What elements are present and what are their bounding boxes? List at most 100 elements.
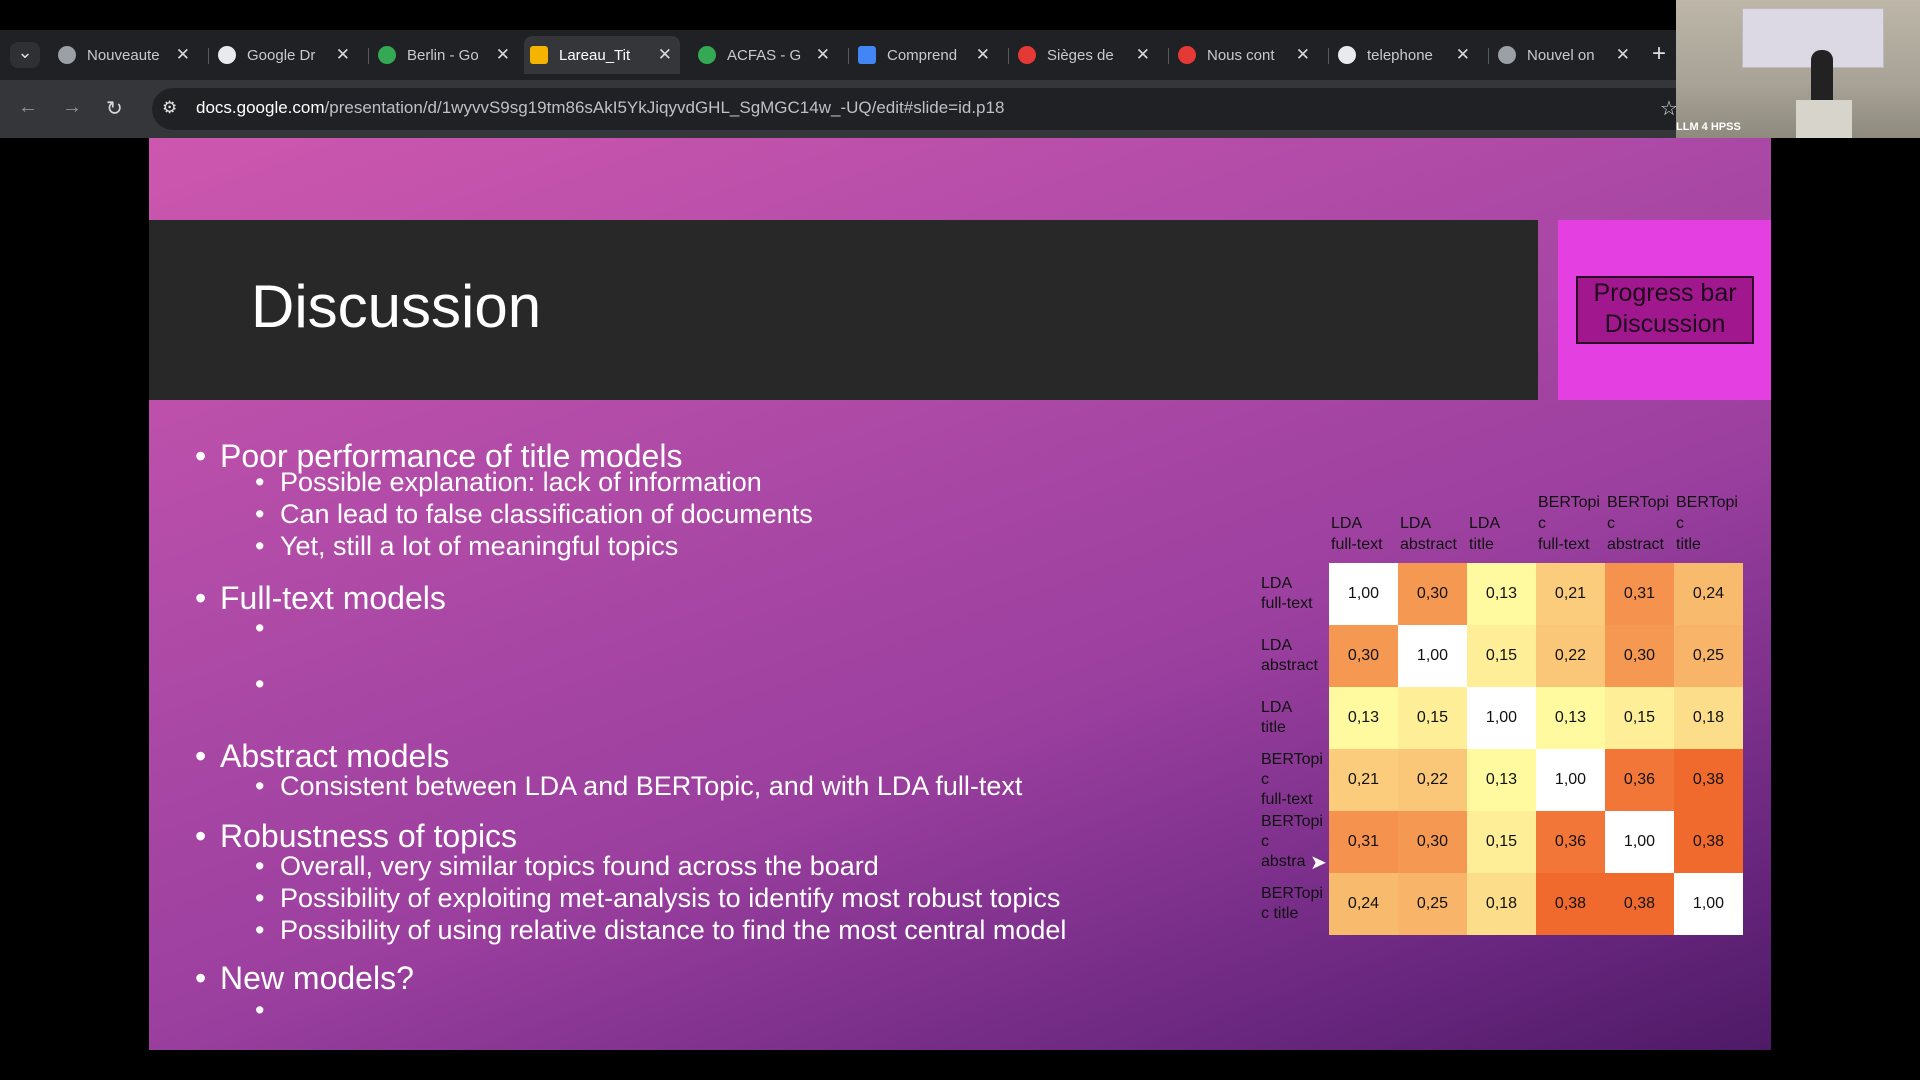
heatmap-cell: 0,30 bbox=[1605, 625, 1674, 687]
tab-7[interactable]: Nous cont ✕ bbox=[1178, 36, 1318, 74]
new-tab-button[interactable]: + bbox=[1652, 40, 1666, 68]
tab-separator bbox=[208, 48, 209, 64]
tab-close-icon[interactable]: ✕ bbox=[658, 45, 672, 65]
heatmap-cell: 0,13 bbox=[1329, 687, 1398, 749]
heatmap-row-label: LDA full-text bbox=[1261, 575, 1313, 612]
heatmap-column-label: BERTopi c abstract bbox=[1607, 494, 1669, 553]
heatmap-cell: 0,24 bbox=[1329, 873, 1398, 935]
tab-title: Comprend bbox=[887, 46, 958, 64]
heatmap-cell: 0,13 bbox=[1467, 749, 1536, 811]
heatmap-cell: 1,00 bbox=[1674, 873, 1743, 935]
url-text: docs.google.com/presentation/d/1wyvvS9sg… bbox=[196, 98, 1004, 118]
tab-title: Sièges de bbox=[1047, 46, 1114, 64]
heatmap-cell: 0,36 bbox=[1536, 811, 1605, 873]
bullet-heading: Abstract models bbox=[195, 738, 449, 775]
tab-close-icon[interactable]: ✕ bbox=[1296, 45, 1310, 65]
heatmap-cell: 0,22 bbox=[1536, 625, 1605, 687]
chrome-icon bbox=[58, 46, 76, 64]
tab-6[interactable]: Sièges de ✕ bbox=[1018, 36, 1158, 74]
drive-icon bbox=[698, 46, 716, 64]
red-arrow-icon bbox=[1178, 46, 1196, 64]
heatmap-column-label: LDA title bbox=[1469, 515, 1501, 553]
heatmap-cell: 0,15 bbox=[1398, 687, 1467, 749]
heatmap-row-label: BERTopi c full-text bbox=[1261, 751, 1323, 808]
heatmap-cell: 0,38 bbox=[1674, 811, 1743, 873]
heatmap-cell: 0,18 bbox=[1467, 873, 1536, 935]
site-info-icon[interactable]: ⚙ bbox=[162, 98, 177, 118]
bullet-item: Possible explanation: lack of informatio… bbox=[255, 469, 762, 496]
tab-title: telephone bbox=[1367, 46, 1433, 64]
tab-close-icon[interactable]: ✕ bbox=[816, 45, 830, 65]
back-button[interactable]: ← bbox=[18, 96, 38, 119]
heatmap-cell: 0,22 bbox=[1398, 749, 1467, 811]
slide-title: Discussion bbox=[251, 273, 542, 340]
docs-icon bbox=[858, 46, 876, 64]
tab-4[interactable]: ACFAS - G ✕ bbox=[698, 36, 838, 74]
heatmap-cell: 0,31 bbox=[1329, 811, 1398, 873]
tab-close-icon[interactable]: ✕ bbox=[1136, 45, 1150, 65]
tab-title: Lareau_Tit bbox=[559, 46, 631, 64]
heatmap-cell: 0,15 bbox=[1467, 811, 1536, 873]
tab-title: ACFAS - G bbox=[727, 46, 802, 64]
tab-5[interactable]: Comprend ✕ bbox=[858, 36, 998, 74]
tab-close-icon[interactable]: ✕ bbox=[496, 45, 510, 65]
heatmap-cell: 0,31 bbox=[1605, 563, 1674, 625]
heatmap-column-label: LDA full-text bbox=[1331, 515, 1383, 553]
heatmap-cell: 0,24 bbox=[1674, 563, 1743, 625]
drive-icon bbox=[378, 46, 396, 64]
tab-separator bbox=[848, 48, 849, 64]
tab-title: Nouvel on bbox=[1527, 46, 1595, 64]
heatmap-cell: 0,21 bbox=[1329, 749, 1398, 811]
tab-separator bbox=[1488, 48, 1489, 64]
tab-close-icon[interactable]: ✕ bbox=[176, 45, 190, 65]
bullet-heading: Full-text models bbox=[195, 580, 446, 617]
tab-8[interactable]: telephone ✕ bbox=[1338, 36, 1478, 74]
tab-1[interactable]: Google Dr ✕ bbox=[218, 36, 358, 74]
heatmap-cell: 0,15 bbox=[1467, 625, 1536, 687]
heatmap-cell: 1,00 bbox=[1329, 563, 1398, 625]
bullet-heading: Robustness of topics bbox=[195, 818, 517, 855]
bullet-heading: New models? bbox=[195, 960, 414, 997]
tab-close-icon[interactable]: ✕ bbox=[336, 45, 350, 65]
heatmap-cell: 0,13 bbox=[1467, 563, 1536, 625]
tab-strip bbox=[0, 0, 1920, 30]
tab-separator bbox=[1328, 48, 1329, 64]
tab-separator bbox=[1168, 48, 1169, 64]
bullet-item: Overall, very similar topics found acros… bbox=[255, 853, 879, 880]
heatmap-row-label: LDA abstract bbox=[1261, 637, 1318, 674]
slide: Discussion Progress bar Discussion Poor … bbox=[149, 138, 1771, 1050]
tab-close-icon[interactable]: ✕ bbox=[1456, 45, 1470, 65]
heatmap-cell: 0,30 bbox=[1329, 625, 1398, 687]
tab-title: Nouveaute bbox=[87, 46, 160, 64]
bullet-item: Consistent between LDA and BERTopic, and… bbox=[255, 773, 1022, 800]
webcam-overlay: LLM 4 HPSS bbox=[1676, 0, 1920, 138]
webcam-label: LLM 4 HPSS bbox=[1676, 121, 1741, 133]
heatmap-cell: 0,25 bbox=[1674, 625, 1743, 687]
heatmap-cell: 1,00 bbox=[1536, 749, 1605, 811]
bullet-item: Possibility of exploiting met-analysis t… bbox=[255, 885, 1060, 912]
google-icon bbox=[1338, 46, 1356, 64]
heatmap-row-label: BERTopi c title bbox=[1261, 885, 1323, 922]
tab-close-icon[interactable]: ✕ bbox=[1616, 45, 1630, 65]
heatmap-cell: 0,15 bbox=[1605, 687, 1674, 749]
tab-3[interactable]: Lareau_Tit ✕ bbox=[524, 36, 680, 74]
tab-0[interactable]: Nouveaute ✕ bbox=[58, 36, 198, 74]
heatmap-cell: 0,38 bbox=[1674, 749, 1743, 811]
heatmap-cell: 1,00 bbox=[1467, 687, 1536, 749]
tab-9[interactable]: Nouvel on ✕ bbox=[1498, 36, 1638, 74]
tab-search-button[interactable]: ⌄ bbox=[10, 42, 40, 68]
tab-separator bbox=[368, 48, 369, 64]
heatmap-cell: 0,25 bbox=[1398, 873, 1467, 935]
forward-button[interactable]: → bbox=[62, 96, 82, 119]
bullet-item: Can lead to false classification of docu… bbox=[255, 501, 813, 528]
tab-2[interactable]: Berlin - Go ✕ bbox=[378, 36, 518, 74]
tab-close-icon[interactable]: ✕ bbox=[976, 45, 990, 65]
tab-title: Nous cont bbox=[1207, 46, 1275, 64]
reload-button[interactable]: ↻ bbox=[106, 96, 123, 121]
bullet-item: Possibility of using relative distance t… bbox=[255, 917, 1066, 944]
heatmap-column-label: LDA abstract bbox=[1400, 515, 1457, 553]
mouse-cursor-icon: ➤ bbox=[1310, 852, 1327, 874]
progress-box: Progress bar Discussion bbox=[1558, 220, 1771, 400]
url-path: /presentation/d/1wyvvS9sg19tm86sAkI5YkJi… bbox=[324, 98, 1005, 117]
heatmap-column-label: BERTopi c title bbox=[1676, 494, 1738, 553]
